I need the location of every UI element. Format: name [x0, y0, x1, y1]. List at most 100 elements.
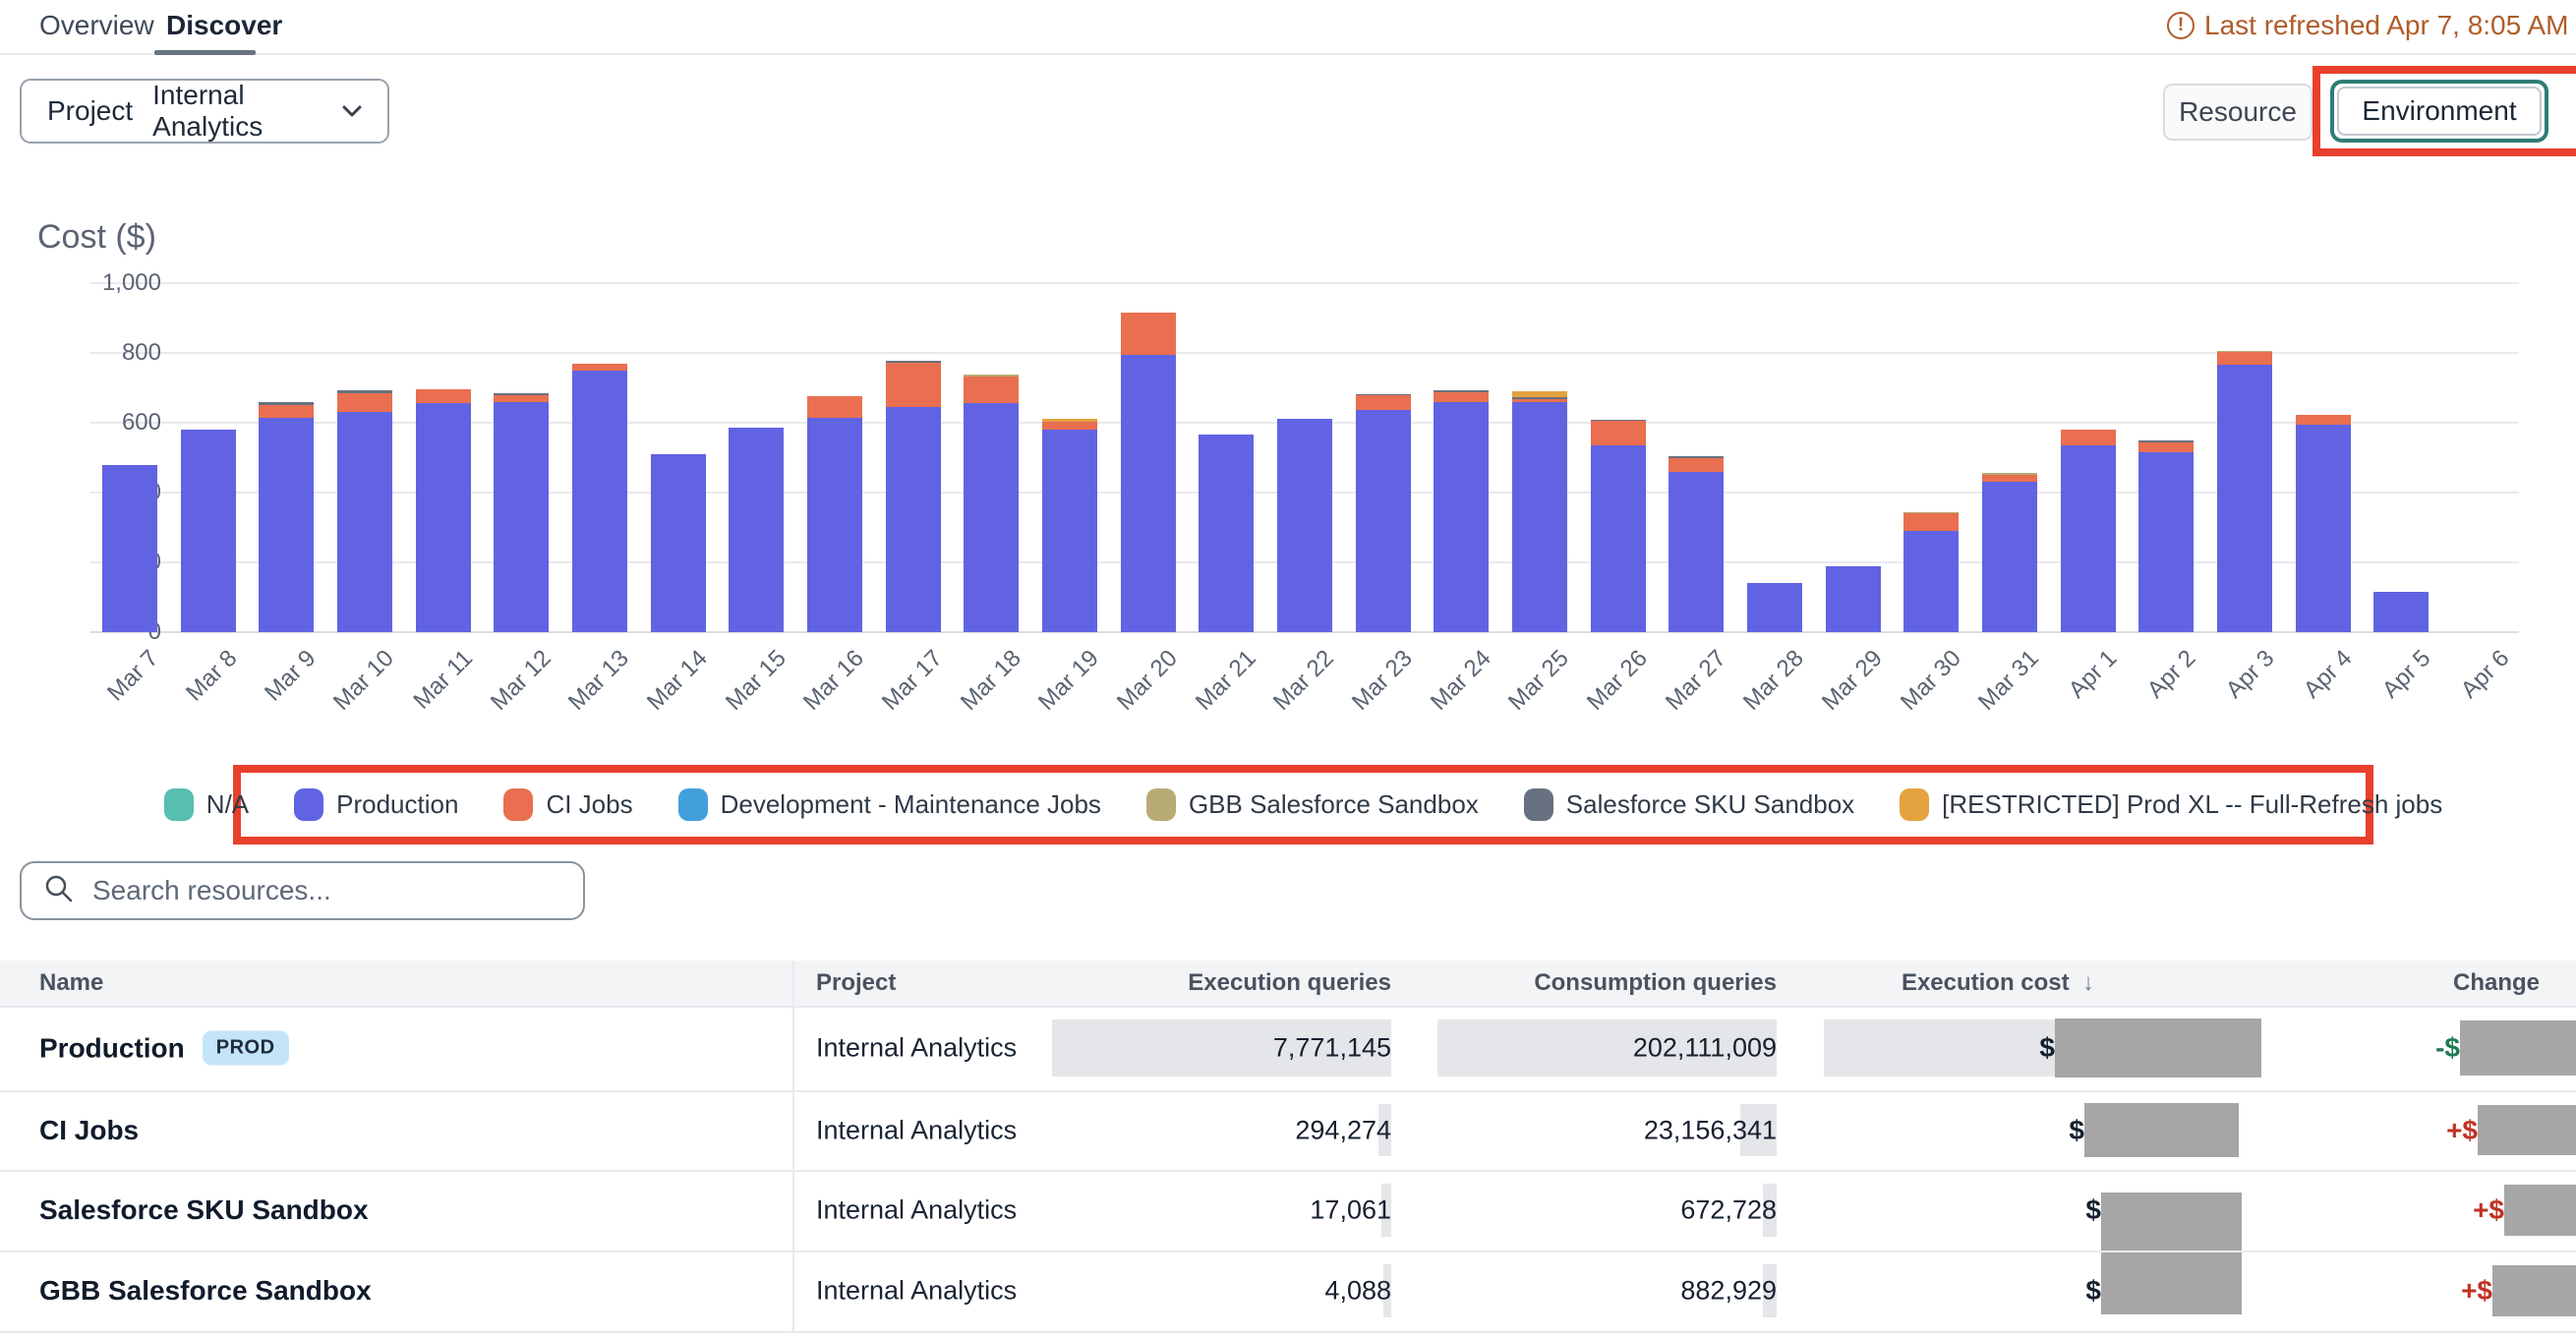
bar-slot-mar-15: Mar 15: [717, 283, 795, 632]
table-column-divider: [792, 961, 794, 1333]
stacked-bar[interactable]: [886, 361, 941, 632]
bar-slot-apr-3: Apr 3: [2205, 283, 2284, 632]
consumption-queries-cell: 672,728: [1364, 1195, 1777, 1226]
stacked-bar[interactable]: [259, 402, 314, 632]
bar-slot-mar-24: Mar 24: [1422, 283, 1500, 632]
redaction-block-cost: [2084, 1103, 2239, 1157]
x-axis-tick-label: Mar 16: [798, 645, 870, 717]
stacked-bar[interactable]: [2061, 430, 2116, 632]
x-axis-tick-label: Mar 14: [642, 645, 714, 717]
x-axis-tick-label: Mar 25: [1503, 645, 1575, 717]
column-header-project[interactable]: Project: [816, 969, 896, 997]
x-axis-tick-label: Apr 5: [2377, 645, 2436, 704]
stacked-bar[interactable]: [2296, 415, 2351, 632]
stacked-bar[interactable]: [729, 428, 784, 632]
stacked-bar[interactable]: [1669, 456, 1724, 632]
stacked-bar[interactable]: [1826, 566, 1881, 632]
table-row[interactable]: CI JobsInternal Analytics294,27423,156,3…: [0, 1090, 2576, 1170]
legend-label: Production: [336, 789, 458, 820]
legend-item[interactable]: N/A: [164, 788, 249, 821]
bar-slot-apr-2: Apr 2: [2127, 283, 2205, 632]
stacked-bar[interactable]: [2373, 592, 2429, 632]
bar-slot-mar-29: Mar 29: [1814, 283, 1893, 632]
search-icon: [43, 873, 75, 909]
change-cell: +$: [2389, 1115, 2478, 1146]
stacked-bar[interactable]: [1356, 394, 1411, 632]
resource-name[interactable]: GBB Salesforce Sandbox: [39, 1275, 372, 1307]
column-header-change[interactable]: Change: [2146, 969, 2540, 997]
stacked-bar[interactable]: [1982, 473, 2037, 632]
stacked-bar[interactable]: [494, 393, 549, 632]
tab-bar: Overview Discover ! Last refreshed Apr 7…: [0, 0, 2576, 56]
legend-label: N/A: [206, 789, 249, 820]
stacked-bar[interactable]: [1277, 419, 1332, 632]
stacked-bar[interactable]: [1121, 313, 1176, 632]
cost-dashboard: { "tabs": { "overview": "Overview", "dis…: [0, 0, 2576, 1339]
legend-item[interactable]: Production: [294, 788, 458, 821]
bar-segment: [729, 428, 784, 632]
x-axis-tick-label: Mar 19: [1033, 645, 1105, 717]
tab-discover[interactable]: Discover: [166, 10, 282, 41]
x-axis-tick-label: Mar 30: [1895, 645, 1966, 717]
warning-icon: !: [2167, 12, 2195, 39]
change-cell: +$: [2416, 1194, 2504, 1226]
bar-segment: [416, 403, 471, 632]
execution-cost-cell: $: [2041, 1115, 2084, 1146]
x-axis-tick-label: Mar 20: [1112, 645, 1184, 717]
bar-segment: [1669, 472, 1724, 632]
project-filter-dropdown[interactable]: Project Internal Analytics: [20, 79, 389, 144]
stacked-bar[interactable]: [416, 389, 471, 632]
stacked-bar[interactable]: [181, 430, 236, 632]
legend-item[interactable]: Development - Maintenance Jobs: [678, 788, 1101, 821]
legend-swatch: [294, 788, 323, 821]
bar-slot-mar-12: Mar 12: [482, 283, 560, 632]
search-placeholder: Search resources...: [92, 875, 331, 906]
redaction-block-change: [2460, 1020, 2576, 1076]
stacked-bar[interactable]: [1434, 390, 1489, 632]
stacked-bar[interactable]: [1042, 419, 1097, 632]
consumption-queries-cell: 23,156,341: [1364, 1115, 1777, 1145]
column-header-execution-cost[interactable]: Execution cost ↓: [1701, 969, 2094, 997]
resource-name[interactable]: Salesforce SKU Sandbox: [39, 1194, 369, 1226]
x-axis-tick-label: Apr 3: [2220, 645, 2279, 704]
stacked-bar[interactable]: [651, 454, 706, 632]
bar-segment: [181, 430, 236, 632]
stacked-bar[interactable]: [1903, 512, 1959, 632]
resource-toggle-button[interactable]: Resource: [2163, 84, 2313, 141]
stacked-bar[interactable]: [1199, 435, 1254, 632]
stacked-bar[interactable]: [102, 465, 157, 632]
legend-item[interactable]: CI Jobs: [503, 788, 632, 821]
legend-item[interactable]: GBB Salesforce Sandbox: [1146, 788, 1479, 821]
resource-name[interactable]: ProductionPROD: [39, 1031, 289, 1066]
legend-label: GBB Salesforce Sandbox: [1189, 789, 1479, 820]
stacked-bar[interactable]: [2138, 440, 2194, 632]
consumption-queries-cell: 882,929: [1364, 1276, 1777, 1307]
bar-segment: [1121, 355, 1176, 632]
legend-swatch: [503, 788, 533, 821]
bar-segment: [1982, 475, 2037, 483]
legend-item[interactable]: [RESTRICTED] Prod XL -- Full-Refresh job…: [1900, 788, 2442, 821]
stacked-bar[interactable]: [2217, 351, 2272, 632]
stacked-bar[interactable]: [572, 364, 627, 632]
stacked-bar[interactable]: [337, 390, 392, 632]
execution-queries-cell: 7,771,145: [978, 1033, 1391, 1064]
bar-slot-mar-23: Mar 23: [1344, 283, 1423, 632]
stacked-bar[interactable]: [1747, 583, 1802, 632]
environment-toggle-button[interactable]: Environment: [2337, 87, 2542, 136]
table-row[interactable]: ProductionPRODInternal Analytics7,771,14…: [0, 1006, 2576, 1090]
column-header-name[interactable]: Name: [39, 969, 103, 997]
bar-segment: [1903, 531, 1959, 632]
search-resources-input[interactable]: Search resources...: [20, 861, 585, 920]
stacked-bar[interactable]: [964, 375, 1019, 632]
legend-label: CI Jobs: [546, 789, 632, 820]
legend-item[interactable]: Salesforce SKU Sandbox: [1524, 788, 1854, 821]
resource-name[interactable]: CI Jobs: [39, 1115, 139, 1146]
tab-overview[interactable]: Overview: [39, 10, 154, 41]
stacked-bar[interactable]: [807, 396, 862, 632]
bar-segment: [807, 396, 862, 417]
column-header-execution-queries[interactable]: Execution queries: [998, 969, 1391, 997]
stacked-bar[interactable]: [1512, 391, 1567, 632]
stacked-bar[interactable]: [1591, 420, 1646, 632]
x-axis-tick-label: Mar 17: [877, 645, 949, 717]
bar-slot-mar-11: Mar 11: [404, 283, 483, 632]
